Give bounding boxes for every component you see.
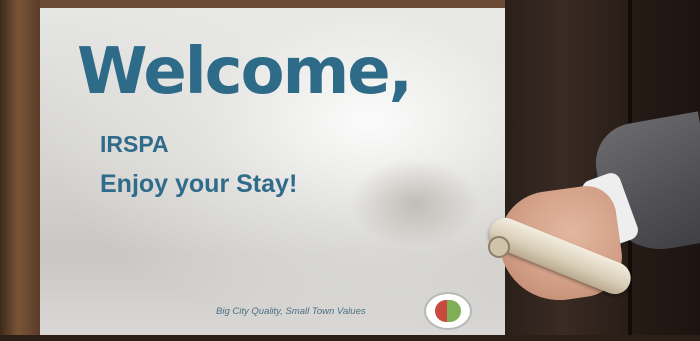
greeting-text: Enjoy your Stay! <box>100 170 298 198</box>
hotel-logo-icon <box>424 292 472 330</box>
welcome-headline: Welcome, <box>77 35 413 109</box>
logo-green-half <box>447 300 461 322</box>
photo: Welcome, IRSPA Enjoy your Stay! Big City… <box>0 0 700 341</box>
frame-bottom <box>0 335 700 341</box>
guest-name: IRSPA <box>100 131 169 157</box>
wooden-frame <box>0 0 40 341</box>
hotel-tagline: Big City Quality, Small Town Values <box>216 306 366 317</box>
door-handle-knob <box>488 236 510 258</box>
